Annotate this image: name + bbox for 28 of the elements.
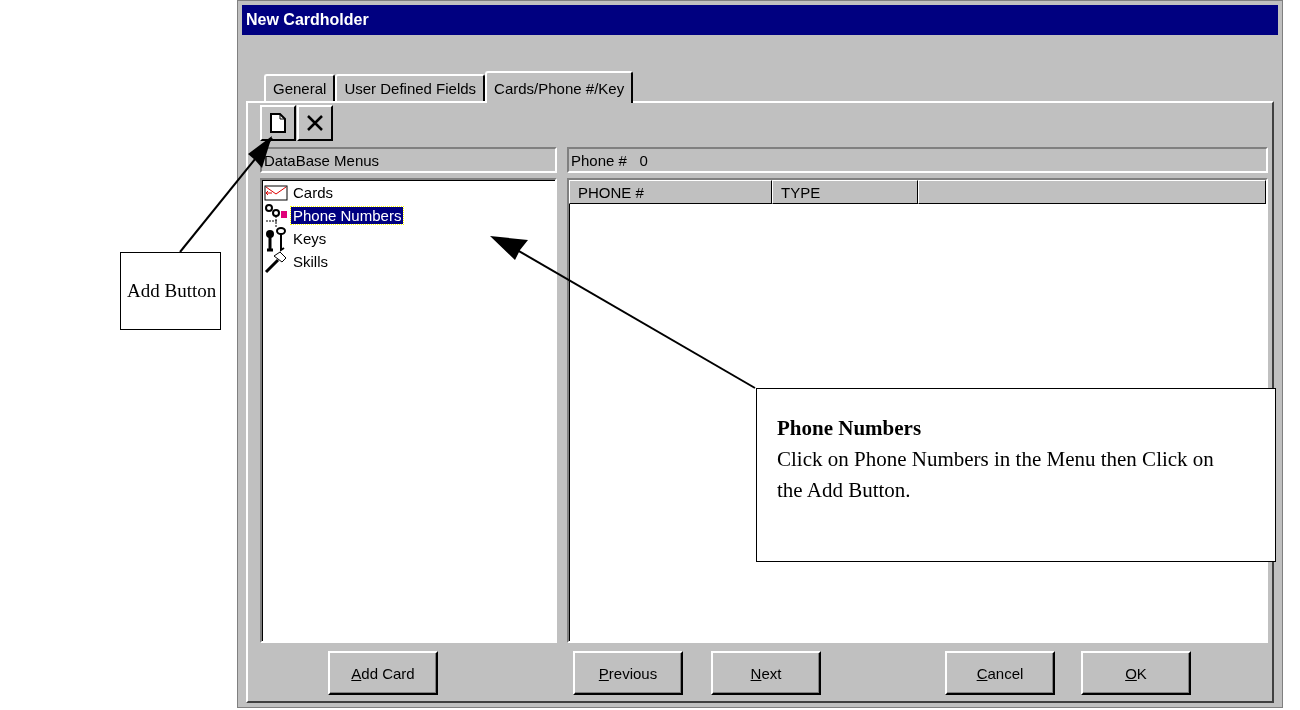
callout-box: Add Button <box>120 252 221 330</box>
callout-title: Phone Numbers <box>777 415 923 442</box>
close-icon <box>306 114 324 132</box>
dialog-button[interactable]: Next <box>711 651 821 695</box>
tab[interactable]: General <box>264 74 336 101</box>
dialog-button[interactable]: Add Card <box>328 651 438 695</box>
dialog-button[interactable]: Previous <box>573 651 683 695</box>
panel-header: DataBase Menus <box>260 147 557 173</box>
tab[interactable]: User Defined Fields <box>335 74 486 101</box>
new-page-icon <box>270 113 286 133</box>
window-title: New Cardholder <box>242 5 1278 35</box>
dialog-button[interactable]: Cancel <box>945 651 1055 695</box>
callout-text: Click on Phone Numbers in the Menu then Click on the Add Button. <box>777 446 1215 504</box>
tree-item[interactable]: Keys <box>291 230 329 247</box>
tree-item[interactable]: Skills <box>291 253 330 270</box>
panel-header: Phone # 0 <box>567 147 1268 173</box>
key-icon <box>264 225 288 252</box>
dialog-button[interactable]: OK <box>1081 651 1191 695</box>
tree-item[interactable]: Cards <box>291 184 335 201</box>
envelope-icon <box>264 183 288 202</box>
hammer-icon <box>264 249 288 274</box>
delete-button[interactable] <box>297 105 333 141</box>
tree-item[interactable]: Phone Numbers <box>291 207 404 224</box>
tab[interactable]: Cards/Phone #/Key <box>485 71 634 103</box>
column-header[interactable]: TYPE <box>772 180 918 204</box>
add-button[interactable] <box>260 105 296 141</box>
phone-icon <box>264 202 288 229</box>
column-header[interactable]: PHONE # <box>569 180 772 204</box>
